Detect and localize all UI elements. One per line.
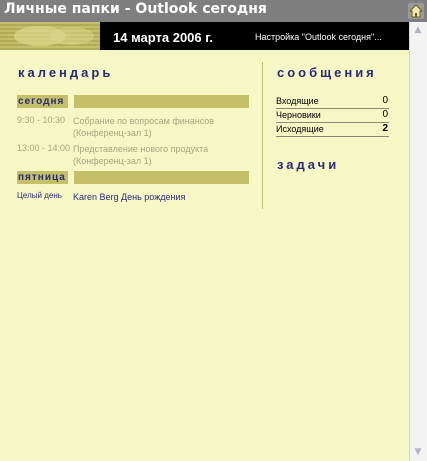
message-folder-row[interactable]: Черновики 0 [276, 109, 389, 123]
day-bar [74, 171, 249, 184]
vertical-scrollbar[interactable]: ▲ ▼ [409, 22, 427, 461]
messages-heading[interactable]: сообщения [277, 65, 377, 80]
event-subject[interactable]: Собрание по вопросам финансов (Конференц… [73, 115, 214, 139]
outlook-today-pane: 14 марта 2006 г. Настройка "Outlook сего… [0, 22, 409, 461]
message-folder-row[interactable]: Входящие 0 [276, 95, 389, 109]
day-header-today: сегодня [17, 95, 249, 108]
customize-outlook-today-link[interactable]: Настройка "Outlook сегодня"... [255, 32, 382, 42]
event-subject[interactable]: Представление нового продукта (Конференц… [73, 143, 208, 167]
day-label: пятница [17, 171, 68, 184]
tasks-heading[interactable]: задачи [277, 157, 339, 172]
window-titlebar: Личные папки - Outlook сегодня [0, 0, 427, 22]
folder-count: 2 [382, 123, 388, 134]
event-location: (Конференц-зал 1) [73, 156, 152, 166]
day-header-friday: пятница [17, 171, 249, 184]
event-title: Собрание по вопросам финансов [73, 116, 215, 126]
calendar-event[interactable]: Целый день Karen Berg День рождения [17, 191, 257, 203]
event-location: (Конференц-зал 1) [73, 128, 152, 138]
calendar-event[interactable]: 9:30 - 10:30 Собрание по вопросам финанс… [17, 115, 257, 139]
home-icon[interactable] [407, 2, 425, 20]
column-divider [262, 62, 263, 209]
calendar-heading[interactable]: календарь [18, 65, 113, 80]
date-banner: 14 марта 2006 г. Настройка "Outlook сего… [0, 22, 409, 50]
folder-count: 0 [382, 95, 388, 106]
day-label: сегодня [17, 95, 68, 108]
scroll-up-icon[interactable]: ▲ [413, 25, 423, 35]
folder-name[interactable]: Входящие [276, 96, 319, 106]
current-date: 14 марта 2006 г. [113, 30, 213, 45]
event-time: Целый день [17, 191, 62, 200]
folder-name[interactable]: Исходящие [276, 124, 324, 134]
event-time: 9:30 - 10:30 [17, 115, 66, 125]
scroll-down-icon[interactable]: ▼ [413, 447, 423, 457]
calendar-event[interactable]: 13:00 - 14:00 Представление нового проду… [17, 143, 257, 167]
folder-count: 0 [382, 109, 388, 120]
message-folder-row[interactable]: Исходящие 2 [276, 123, 389, 137]
event-title: Представление нового продукта [73, 144, 209, 154]
folder-name[interactable]: Черновики [276, 110, 321, 120]
day-bar [74, 95, 249, 108]
event-time: 13:00 - 14:00 [17, 143, 71, 153]
event-subject[interactable]: Karen Berg День рождения [73, 191, 185, 203]
banner-pattern [0, 22, 100, 50]
window-title: Личные папки - Outlook сегодня [4, 1, 267, 17]
